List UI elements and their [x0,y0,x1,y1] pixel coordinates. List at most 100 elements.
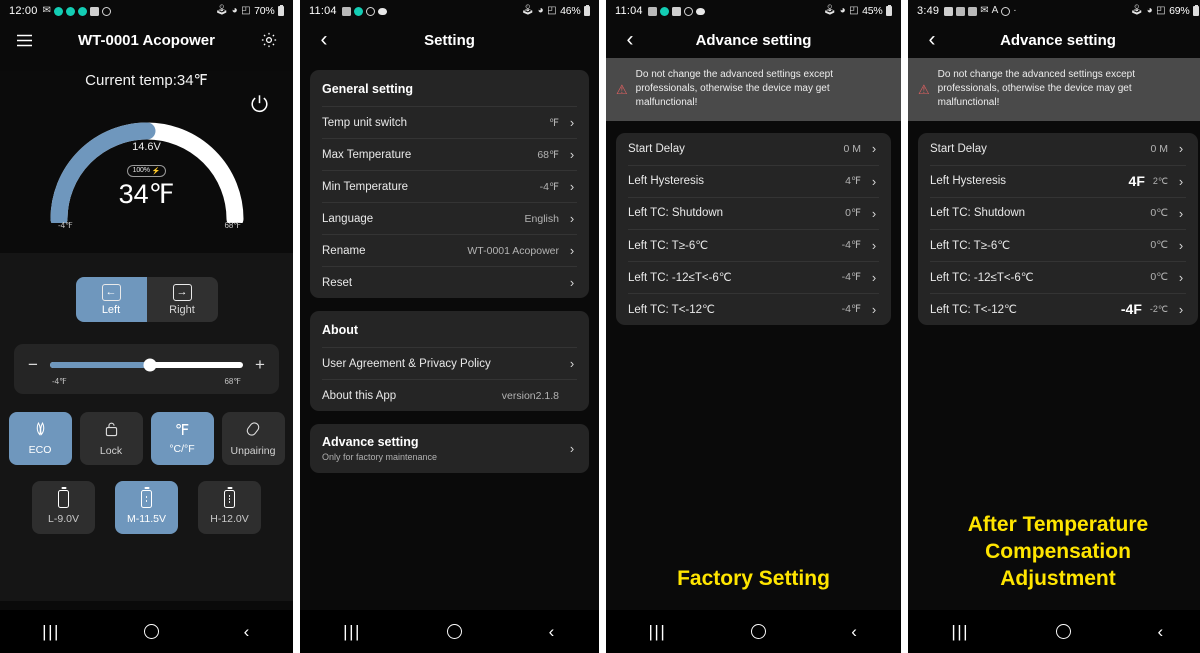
row-start-delay[interactable]: Start Delay 0 M › [628,133,879,165]
tile-unpairing[interactable]: Unpairing [221,412,285,465]
row-label: Min Temperature [322,180,409,193]
message-icon [341,6,351,16]
row-user-agreement[interactable]: User Agreement & Privacy Policy › [322,347,577,379]
minus-button[interactable]: − [26,356,40,373]
advance-list: Start Delay 0 M › Left Hysteresis 4℉ › L… [606,121,901,325]
status-right-icons: 🕹 ◕ ◰ 70% [215,5,284,17]
tile-unit-label: °C/°F [169,442,195,455]
row-left-tc-shutdown[interactable]: Left TC: Shutdown 0℉ › [628,196,879,229]
home-button[interactable] [1055,624,1071,639]
tile-voltage-low[interactable]: L-9.0V [32,481,95,534]
segment-left[interactable]: ← Left [75,277,147,322]
chevron-right-icon: › [569,115,575,130]
row-left-tc-mid[interactable]: Left TC: -12≤T<-6℃ -4℉ › [628,260,879,293]
row-left-tc-ge-minus6[interactable]: Left TC: T≥-6℃ -4℉ › [628,228,879,261]
panel-device-home: 12:00 ✉ 🕹 ◕ ◰ 70% WT-0001 Acopower Curre… [0,0,293,653]
tile-voltage-high[interactable]: H-12.0V [198,481,261,534]
chevron-right-icon: › [1178,269,1184,285]
card-title: About [322,323,359,337]
row-label: Left Hysteresis [628,175,705,188]
gauge-voltage: 14.6V [132,141,161,153]
row-left-tc-shutdown[interactable]: Left TC: Shutdown 0℃ › [930,196,1186,229]
signal-icon: ◰ [547,5,557,16]
panel-divider [293,0,300,653]
back-button[interactable]: ‹ [1157,623,1164,640]
page-title: Setting [424,31,475,49]
battery-level-icon [141,490,152,508]
battery-percent: 46% [560,5,581,17]
row-min-temperature[interactable]: Min Temperature -4℉ › [322,170,577,202]
mail-icon: ✉ [42,5,51,16]
back-icon[interactable]: ‹ [312,28,336,52]
row-left-hysteresis[interactable]: Left Hysteresis 4F 2℃ › [930,164,1186,197]
gauge-section: Current temp:34℉ 14.6V 100% ⚡ 34℉ -4℉ 68… [0,71,293,253]
row-value: 0℃ [1150,271,1168,284]
chevron-right-icon: › [871,173,877,189]
row-left-tc-lt-minus12[interactable]: Left TC: T<-12℃ -4F -2℃ › [930,292,1186,325]
settings-list: General setting Temp unit switch ℉ › Max… [300,58,599,473]
row-left-tc-mid[interactable]: Left TC: -12≤T<-6℃ 0℃ › [930,260,1186,293]
status-time: 3:49 [917,5,940,17]
temperature-slider[interactable] [50,358,243,371]
row-left-hysteresis[interactable]: Left Hysteresis 4℉ › [628,164,879,197]
home-button[interactable] [447,624,463,639]
tile-unit[interactable]: ℉ °C/°F [150,412,214,465]
wifi-icon: ◕ [231,5,238,16]
row-temp-unit-switch[interactable]: Temp unit switch ℉ › [322,106,577,138]
battery-icon [278,5,284,16]
advance-title: Advance setting [322,435,419,449]
recents-button[interactable]: ||| [951,623,969,640]
back-icon[interactable]: ‹ [618,28,642,52]
recents-button[interactable]: ||| [42,623,60,640]
home-button[interactable] [751,624,767,639]
advance-subtitle: Only for factory maintenance [322,452,438,462]
battery-level-icon [224,490,235,508]
message-icon [968,6,978,16]
menu-icon[interactable] [12,28,36,52]
row-left-tc-ge-minus6[interactable]: Left TC: T≥-6℃ 0℃ › [930,228,1186,261]
row-value: 4℉ [845,175,861,188]
back-button[interactable]: ‹ [549,623,556,640]
row-value: -4℉ [539,180,559,193]
chevron-right-icon: › [1178,141,1184,157]
row-label: About this App [322,389,397,402]
plus-button[interactable]: + [253,356,267,373]
bluetooth-icon: 🕹 [521,5,535,16]
back-icon[interactable]: ‹ [920,28,944,52]
tile-voltage-mid[interactable]: M-11.5V [115,481,178,534]
status-bar: 3:49 ✉ A · 🕹 ◕ ◰ 69% [908,0,1200,22]
row-left-tc-lt-minus12[interactable]: Left TC: T<-12℃ -4℉ › [628,292,879,325]
system-navbar: ||| ‹ [606,610,901,653]
status-time: 11:04 [309,5,337,17]
row-value: 0 M [843,142,861,155]
row-value: 0 M [1150,142,1168,155]
row-value: English [524,212,559,225]
tile-lock[interactable]: Lock [79,412,143,465]
panel-divider [599,0,606,653]
card-advance-setting[interactable]: Advance setting Only for factory mainten… [310,424,589,473]
chevron-right-icon: › [569,441,575,456]
row-language[interactable]: Language English › [322,202,577,234]
row-rename[interactable]: Rename WT-0001 Acopower › [322,234,577,266]
row-reset[interactable]: Reset › [322,266,577,298]
recents-button[interactable]: ||| [343,623,361,640]
tile-eco[interactable]: ECO [8,412,72,465]
current-temp-label: Current temp:34℉ [85,72,208,89]
chevron-right-icon: › [569,275,575,290]
recents-button[interactable]: ||| [649,623,667,640]
status-right-icons: 🕹 ◕ ◰ 45% [823,5,892,17]
row-value: 0℃ [1150,207,1168,220]
gear-icon[interactable] [257,28,281,52]
mode-tiles: ECO Lock ℉ °C/°F Unpairing [0,412,293,465]
card-advance-rows: Start Delay 0 M › Left Hysteresis 4℉ › L… [616,132,891,325]
tile-voltage-low-label: L-9.0V [48,513,79,525]
segment-right[interactable]: → Right [146,277,218,322]
back-button[interactable]: ‹ [244,623,251,640]
slider-knob[interactable] [143,358,157,371]
row-start-delay[interactable]: Start Delay 0 M › [930,133,1186,165]
row-max-temperature[interactable]: Max Temperature 68℉ › [322,138,577,170]
chevron-right-icon: › [1178,173,1184,189]
dot-icon [659,6,669,16]
home-button[interactable] [144,624,160,639]
back-button[interactable]: ‹ [851,623,858,640]
